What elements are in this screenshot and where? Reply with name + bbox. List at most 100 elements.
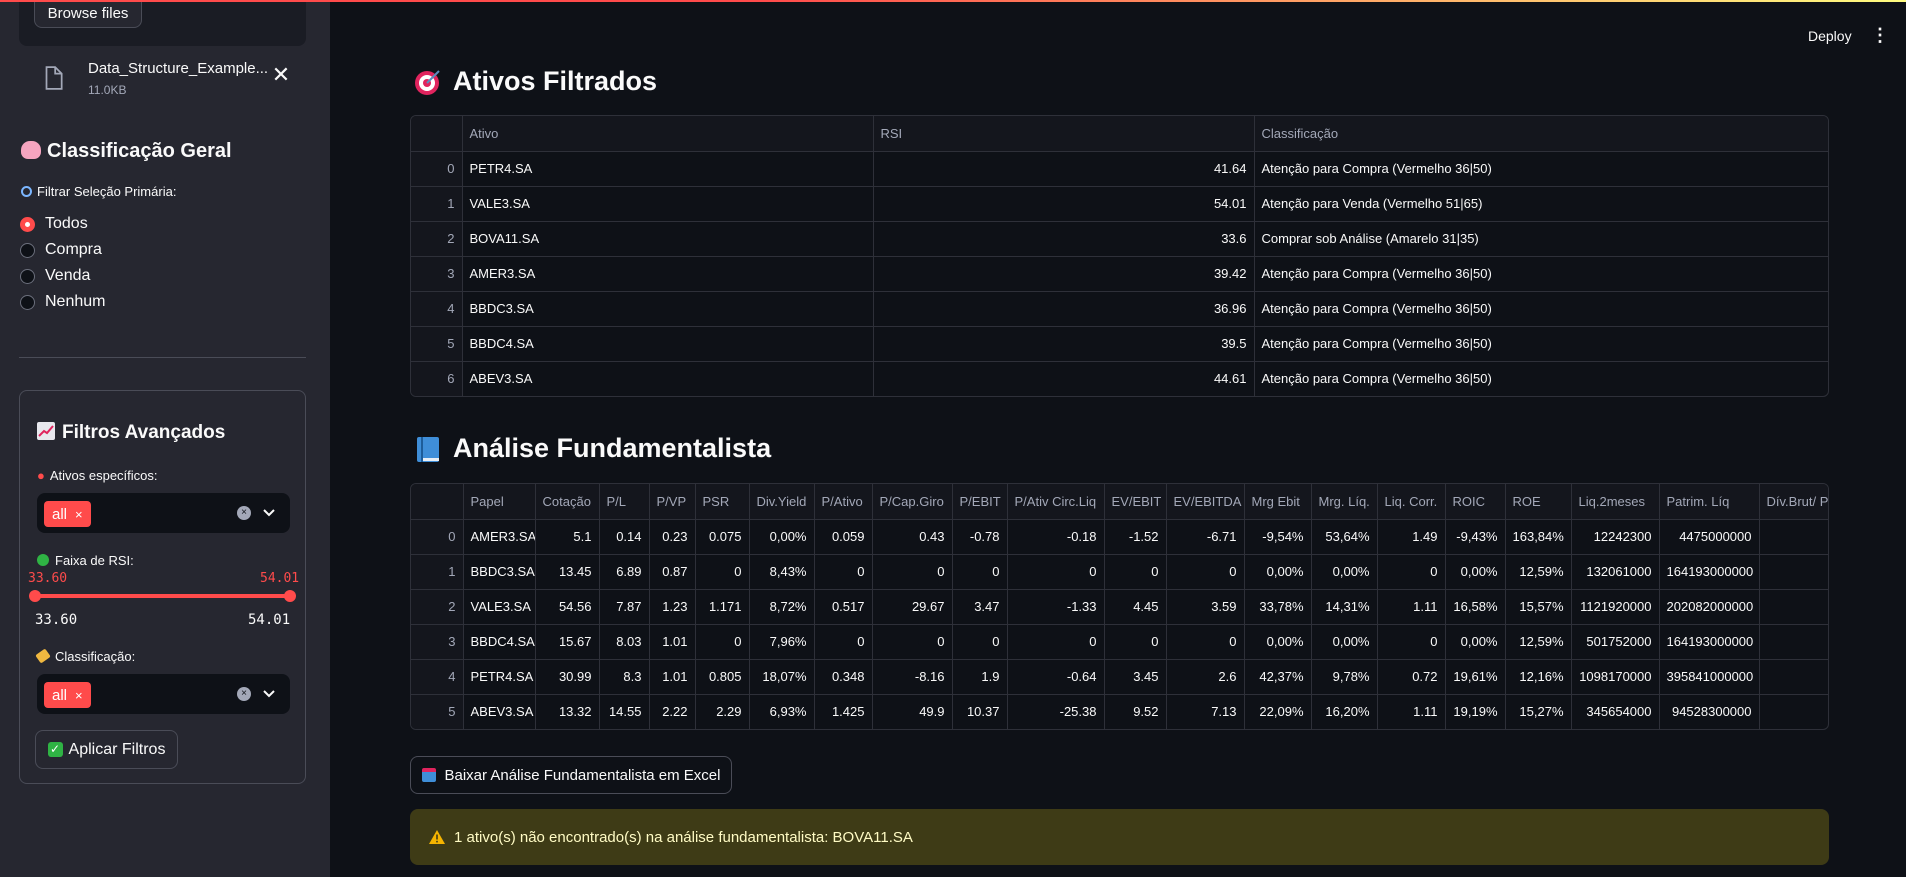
column-header[interactable]: PSR — [695, 484, 750, 520]
table-cell[interactable]: 7,96% — [749, 624, 815, 660]
clear-selection-icon[interactable]: × — [237, 506, 251, 520]
table-cell[interactable]: 41.64 — [873, 151, 1255, 187]
column-header[interactable]: P/Cap.Giro — [872, 484, 953, 520]
column-header[interactable]: Patrim. Líq — [1659, 484, 1760, 520]
column-header[interactable]: Mrg Ebit — [1244, 484, 1312, 520]
table-cell[interactable]: Atenção para Venda (Vermelho 51|65) — [1254, 186, 1828, 222]
table-cell[interactable]: 0 — [1104, 624, 1167, 660]
table-cell[interactable]: -0.64 — [1007, 659, 1105, 695]
row-index-cell[interactable]: 2 — [411, 221, 463, 257]
table-cell[interactable]: 12,59% — [1505, 554, 1572, 590]
table-cell[interactable]: -1.33 — [1007, 589, 1105, 625]
table-cell[interactable]: 2.29 — [695, 694, 750, 729]
table-cell[interactable]: 0.72 — [1377, 659, 1446, 695]
table-cell[interactable]: 36.96 — [873, 291, 1255, 327]
table-cell[interactable]: 9,78% — [1311, 659, 1378, 695]
table-cell[interactable]: 1.01 — [649, 624, 696, 660]
tag-remove-icon[interactable]: × — [75, 688, 83, 703]
table-cell[interactable]: 19,61% — [1445, 659, 1506, 695]
table-cell[interactable]: BBDC3.SA — [462, 291, 874, 327]
table-row[interactable]: 5 BBDC4.SA 39.5 Atenção para Compra (Vermel… — [411, 326, 1828, 362]
tag-remove-icon[interactable]: × — [75, 507, 83, 522]
column-header[interactable]: Classificação — [1254, 116, 1828, 152]
table-cell[interactable]: 164193000000 — [1659, 624, 1760, 660]
table-cell[interactable]: Atenção para Compra (Vermelho 36|50) — [1254, 326, 1828, 362]
table-cell[interactable]: 0 — [1166, 624, 1245, 660]
table-cell[interactable]: 0.348 — [814, 659, 873, 695]
row-index-cell[interactable]: 1 — [411, 186, 463, 222]
table-cell[interactable] — [1759, 624, 1828, 660]
table-cell[interactable]: 1.11 — [1377, 694, 1446, 729]
table-row[interactable]: 0 PETR4.SA 41.64 Atenção para Compra (Verme… — [411, 151, 1828, 187]
table-row[interactable]: 4 PETR4.SA 30.99 8.3 1.01 0.805 18,07% 0.348 -8.… — [411, 659, 1828, 695]
table-cell[interactable]: 13.32 — [535, 694, 600, 729]
row-index-cell[interactable]: 0 — [411, 151, 463, 187]
table-cell[interactable]: 1098170000 — [1571, 659, 1660, 695]
column-header[interactable] — [411, 116, 463, 152]
table-cell[interactable]: BBDC4.SA — [463, 624, 536, 660]
table-cell[interactable]: 3.45 — [1104, 659, 1167, 695]
rsi-slider-min-handle[interactable] — [29, 590, 41, 602]
table-cell[interactable]: 202082000000 — [1659, 589, 1760, 625]
table-row[interactable]: 5 ABEV3.SA 13.32 14.55 2.22 2.29 6,93% 1.425 49.… — [411, 694, 1828, 729]
table-cell[interactable]: 16,20% — [1311, 694, 1378, 729]
table-cell[interactable]: 7.87 — [599, 589, 650, 625]
ativos-tag-all[interactable]: all × — [44, 501, 91, 527]
chevron-down-icon[interactable] — [261, 504, 277, 520]
table-cell[interactable]: 1.11 — [1377, 589, 1446, 625]
table-cell[interactable] — [1759, 694, 1828, 729]
column-header[interactable]: Mrg. Líq. — [1311, 484, 1378, 520]
table-cell[interactable]: 12242300 — [1571, 519, 1660, 555]
table-cell[interactable]: 6,93% — [749, 694, 815, 729]
table-cell[interactable]: 1.425 — [814, 694, 873, 729]
table-cell[interactable]: 0,00% — [1445, 554, 1506, 590]
row-index-cell[interactable]: 3 — [411, 256, 463, 292]
table-cell[interactable]: 0.43 — [872, 519, 953, 555]
table-cell[interactable]: 0 — [1377, 554, 1446, 590]
table-cell[interactable]: 54.01 — [873, 186, 1255, 222]
table-cell[interactable]: 0.517 — [814, 589, 873, 625]
table-cell[interactable]: 1.49 — [1377, 519, 1446, 555]
table-cell[interactable]: 8.03 — [599, 624, 650, 660]
table-row[interactable]: 3 BBDC4.SA 15.67 8.03 1.01 0 7,96% 0 0 0 0 0 0 0,00% 0… — [411, 624, 1828, 660]
table-cell[interactable]: 39.42 — [873, 256, 1255, 292]
table-cell[interactable]: PETR4.SA — [462, 151, 874, 187]
table-cell[interactable]: 0,00% — [1244, 624, 1312, 660]
table-cell[interactable]: 345654000 — [1571, 694, 1660, 729]
row-index-cell[interactable]: 2 — [411, 589, 464, 625]
table-cell[interactable]: 10.37 — [952, 694, 1008, 729]
table-cell[interactable]: 132061000 — [1571, 554, 1660, 590]
row-index-cell[interactable]: 5 — [411, 694, 464, 729]
column-header[interactable]: Papel — [463, 484, 536, 520]
table-cell[interactable]: 0 — [814, 624, 873, 660]
table-cell[interactable]: 2.6 — [1166, 659, 1245, 695]
table-cell[interactable]: 14.55 — [599, 694, 650, 729]
table-cell[interactable]: 1.23 — [649, 589, 696, 625]
table-row[interactable]: 2 VALE3.SA 54.56 7.87 1.23 1.171 8,72% 0.517 29.… — [411, 589, 1828, 625]
table-cell[interactable] — [1759, 659, 1828, 695]
table-cell[interactable]: 1121920000 — [1571, 589, 1660, 625]
table-cell[interactable]: 8,43% — [749, 554, 815, 590]
radio-nenhum[interactable]: Nenhum — [20, 289, 105, 315]
table-cell[interactable]: 3.47 — [952, 589, 1008, 625]
table-row[interactable]: 4 BBDC3.SA 36.96 Atenção para Compra (Verme… — [411, 291, 1828, 327]
column-header[interactable]: ROIC — [1445, 484, 1506, 520]
column-header[interactable]: Cotação — [535, 484, 600, 520]
row-index-cell[interactable]: 1 — [411, 554, 464, 590]
table-cell[interactable]: BOVA11.SA — [462, 221, 874, 257]
table-cell[interactable]: 0 — [952, 624, 1008, 660]
table-cell[interactable]: AMER3.SA — [462, 256, 874, 292]
table-cell[interactable]: Comprar sob Análise (Amarelo 31|35) — [1254, 221, 1828, 257]
table-cell[interactable]: BBDC3.SA — [463, 554, 536, 590]
close-icon[interactable]: ✕ — [270, 64, 292, 86]
table-cell[interactable]: 0.805 — [695, 659, 750, 695]
table-cell[interactable]: 0.14 — [599, 519, 650, 555]
table-cell[interactable]: 0.87 — [649, 554, 696, 590]
table-cell[interactable]: -25.38 — [1007, 694, 1105, 729]
table-cell[interactable]: 163,84% — [1505, 519, 1572, 555]
table-cell[interactable]: 22,09% — [1244, 694, 1312, 729]
classificacao-multiselect[interactable]: all × × — [37, 674, 290, 714]
column-header[interactable]: P/L — [599, 484, 650, 520]
table-cell[interactable]: 13.45 — [535, 554, 600, 590]
table-cell[interactable]: 9.52 — [1104, 694, 1167, 729]
